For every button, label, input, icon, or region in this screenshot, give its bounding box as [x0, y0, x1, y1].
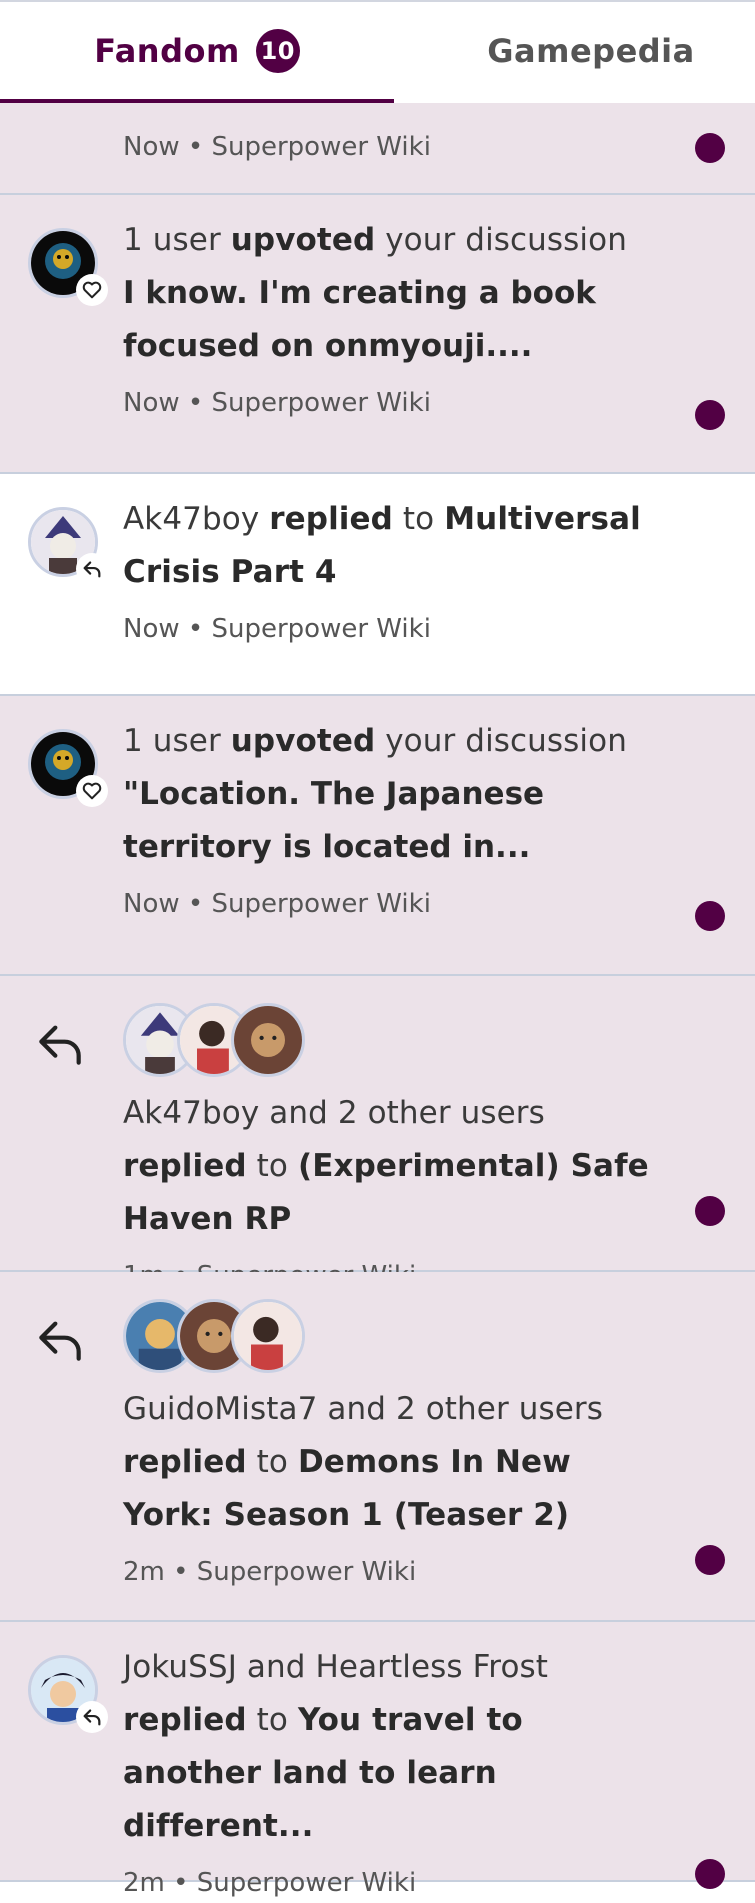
notification-text: Ak47boy and 2 other users replied to (Ex… — [123, 1087, 655, 1246]
notification-meta: Now • Superpower Wiki — [123, 614, 431, 644]
notification-title: I know. I'm creating a book focused on o… — [123, 275, 596, 364]
notification-actor: Ak47boy and 2 other users — [123, 1095, 545, 1131]
notification-connector: to — [256, 1148, 288, 1184]
unread-dot — [695, 133, 725, 163]
notification-connector: to — [256, 1702, 288, 1738]
unread-dot — [695, 400, 725, 430]
notification-tabs: Fandom 10 Gamepedia — [0, 0, 755, 104]
unread-dot — [695, 1545, 725, 1575]
avatar-stack — [123, 1297, 655, 1375]
reply-icon — [32, 1312, 88, 1368]
reply-icon — [76, 553, 108, 585]
unread-dot — [695, 901, 725, 931]
notification-meta: Now • Superpower Wiki — [123, 889, 431, 919]
reply-icon — [76, 1701, 108, 1733]
notification-item[interactable]: 1 user upvoted your discussion "Location… — [0, 696, 755, 976]
tab-gamepedia-label: Gamepedia — [487, 32, 695, 70]
heart-icon — [76, 775, 108, 807]
notification-action: upvoted — [230, 222, 376, 258]
notification-item[interactable]: Ak47boy replied to Multiversal Crisis Pa… — [0, 474, 755, 696]
notification-action: upvoted — [230, 723, 376, 759]
unread-count-badge: 10 — [255, 29, 300, 73]
notification-meta: Now • Superpower Wiki — [123, 132, 431, 162]
notification-actor: 1 user — [123, 723, 221, 759]
notification-item[interactable]: JokuSSJ and Heartless Frost replied to Y… — [0, 1622, 755, 1898]
notification-action: replied — [269, 501, 393, 537]
avatar — [231, 1003, 305, 1077]
unread-dot — [695, 1859, 725, 1889]
notification-action: replied — [123, 1148, 247, 1184]
notification-actor: GuidoMista7 and 2 other users — [123, 1391, 604, 1427]
notification-meta: 2m • Superpower Wiki — [123, 1868, 417, 1898]
notification-meta: Now • Superpower Wiki — [123, 388, 431, 418]
notification-item[interactable]: GuidoMista7 and 2 other users replied to… — [0, 1272, 755, 1622]
notification-text: 1 user upvoted your discussion — [123, 214, 655, 267]
notification-list: Now • Superpower Wiki 1 user upvoted you — [0, 103, 755, 1898]
notification-item[interactable]: Ak47boy and 2 other users replied to (Ex… — [0, 976, 755, 1291]
notification-title: "Location. The Japanese territory is loc… — [123, 776, 545, 865]
tab-fandom[interactable]: Fandom 10 — [0, 2, 394, 100]
notification-suffix: your discussion — [385, 723, 627, 759]
notification-suffix: your discussion — [385, 222, 627, 258]
notification-item[interactable]: 1 user upvoted your discussion I know. I… — [0, 195, 755, 474]
avatar-stack — [123, 1001, 655, 1079]
avatar-wrap — [28, 228, 108, 306]
notification-item[interactable]: Now • Superpower Wiki — [0, 103, 755, 195]
notification-actor: 1 user — [123, 222, 221, 258]
notification-connector: to — [256, 1444, 288, 1480]
notification-text: GuidoMista7 and 2 other users replied to… — [123, 1383, 655, 1542]
reply-icon — [32, 1016, 88, 1072]
tab-fandom-label: Fandom — [94, 32, 240, 70]
notification-text: 1 user upvoted your discussion — [123, 715, 655, 768]
notification-action: replied — [123, 1702, 247, 1738]
notification-text: Ak47boy replied to Multiversal Crisis Pa… — [123, 493, 655, 599]
notification-text: JokuSSJ and Heartless Frost replied to Y… — [123, 1641, 655, 1853]
tab-gamepedia[interactable]: Gamepedia — [394, 2, 755, 100]
avatar-wrap — [28, 1655, 108, 1733]
notification-actor: Ak47boy — [123, 501, 260, 537]
avatar-wrap — [28, 729, 108, 807]
notification-action: replied — [123, 1444, 247, 1480]
avatar — [231, 1299, 305, 1373]
avatar-wrap — [28, 507, 108, 585]
notification-actor: JokuSSJ and Heartless Frost — [123, 1649, 549, 1685]
notification-meta: 2m • Superpower Wiki — [123, 1557, 417, 1587]
heart-icon — [76, 274, 108, 306]
notification-connector: to — [402, 501, 435, 537]
unread-dot — [695, 1196, 725, 1226]
